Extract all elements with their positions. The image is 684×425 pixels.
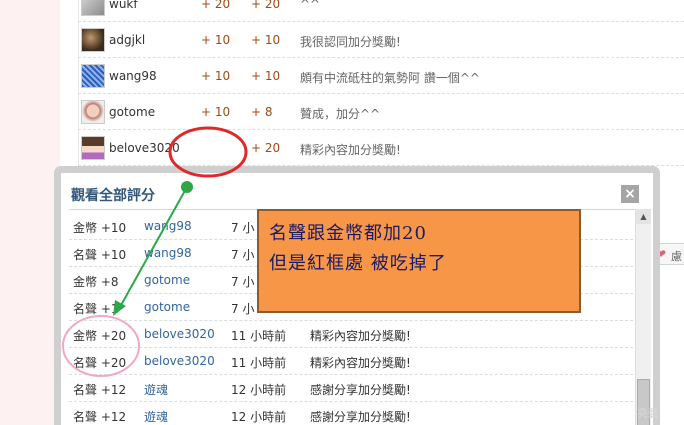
dialog-row: 名聲 +12 遊魂 12 小時前 感謝分享加分獎勵! [69, 375, 633, 402]
rating-reason: 精彩內容加分獎勵! [310, 329, 411, 343]
rating-time: 11 小時前 [231, 329, 287, 343]
rating-value-2: + 10 [251, 69, 281, 83]
annotation-note: 名聲跟金幣都加20 但是紅框處 被吃掉了 [257, 209, 581, 313]
rating-kind: 金幣 +8 [73, 275, 119, 289]
rating-row: wang98 + 10 + 10 頗有中流砥柱的氣勢阿 讚一個^^ [78, 58, 684, 94]
rating-username[interactable]: wukf [109, 0, 138, 11]
rating-time: 7 小 [231, 221, 255, 235]
rating-username[interactable]: gotome [109, 105, 155, 119]
rating-user-link[interactable]: belove3020 [144, 327, 215, 341]
rating-value-1: + 10 [201, 69, 231, 83]
rating-time: 12 小時前 [231, 383, 287, 397]
rating-user-link[interactable]: gotome [144, 273, 190, 287]
rating-user-link[interactable]: wang98 [144, 219, 192, 233]
user-avatar[interactable] [81, 100, 105, 124]
rating-comment: ^^ [300, 0, 321, 11]
rating-value-1: + 20 [201, 0, 231, 11]
rating-kind: 名聲 +1 [73, 302, 119, 316]
rating-kind: 名聲 +12 [73, 410, 127, 424]
rating-reason: 精彩內容加分獎勵! [310, 356, 411, 370]
dialog-row: 金幣 +20 belove3020 11 小時前 精彩內容加分獎勵! [69, 321, 633, 348]
rating-user-link[interactable]: 遊魂 [144, 408, 168, 425]
rating-time: 12 小時前 [231, 410, 287, 424]
rating-user-link[interactable]: wang98 [144, 246, 192, 260]
rating-kind: 名聲 +10 [73, 248, 127, 262]
rating-kind: 名聲 +20 [73, 356, 127, 370]
rating-time: 7 小 [231, 275, 255, 289]
page-left-background [0, 0, 60, 425]
rating-value-2: + 20 [251, 0, 281, 11]
rating-row: adgjkl + 10 + 10 我很認同加分獎勵! [78, 22, 684, 58]
user-avatar[interactable] [81, 136, 105, 160]
annotation-line-2: 但是紅框處 被吃掉了 [269, 253, 447, 274]
rating-value-2: + 20 [251, 141, 281, 155]
dialog-title: 觀看全部評分 [71, 188, 155, 204]
dialog-scrollbar[interactable]: ▲ [635, 209, 651, 425]
rating-username[interactable]: adgjkl [109, 33, 145, 47]
rating-username[interactable]: wang98 [109, 69, 157, 83]
user-avatar[interactable] [81, 0, 105, 16]
user-avatar[interactable] [81, 28, 105, 52]
close-icon[interactable]: × [621, 185, 639, 203]
rating-user-link[interactable]: 遊魂 [144, 381, 168, 398]
rating-row: gotome + 10 + 8 贊成，加分^^ [78, 94, 684, 130]
rating-row: wukf + 20 + 20 ^^ [78, 0, 684, 22]
rating-reason: 感謝分享加分獎勵! [310, 383, 411, 397]
annotation-line-1: 名聲跟金幣都加20 [269, 223, 427, 244]
rating-value-2: + 10 [251, 33, 281, 47]
user-avatar[interactable] [81, 64, 105, 88]
rating-kind: 金幣 +10 [73, 221, 127, 235]
rating-comment: 精彩內容加分獎勵! [300, 143, 401, 157]
watermark: 亮藝 [637, 407, 659, 420]
dialog-row: 名聲 +20 belove3020 11 小時前 精彩內容加分獎勵! [69, 348, 633, 375]
scroll-up-arrow-icon[interactable]: ▲ [636, 209, 651, 224]
rating-value-1: + 10 [201, 33, 231, 47]
dialog-row: 名聲 +12 遊魂 12 小時前 感謝分享加分獎勵! [69, 402, 633, 425]
rating-time: 7 小 [231, 302, 255, 316]
rating-user-link[interactable]: gotome [144, 300, 190, 314]
rating-comment: 我很認同加分獎勵! [300, 35, 401, 49]
rating-value-1: + 10 [201, 105, 231, 119]
rating-username[interactable]: belove3020 [109, 141, 180, 155]
rating-kind: 名聲 +12 [73, 383, 127, 397]
rating-value-2: + 8 [251, 105, 273, 119]
side-tab-label: 慮 [671, 250, 682, 263]
rating-user-link[interactable]: belove3020 [144, 354, 215, 368]
rating-time: 11 小時前 [231, 356, 287, 370]
rating-time: 7 小 [231, 248, 255, 262]
rating-comment: 頗有中流砥柱的氣勢阿 讚一個^^ [300, 71, 480, 85]
rating-row: belove3020 + 20 精彩內容加分獎勵! [78, 130, 684, 166]
rating-reason: 感謝分享加分獎勵! [310, 410, 411, 424]
rating-comment: 贊成，加分^^ [300, 107, 381, 121]
rating-kind: 金幣 +20 [73, 329, 127, 343]
